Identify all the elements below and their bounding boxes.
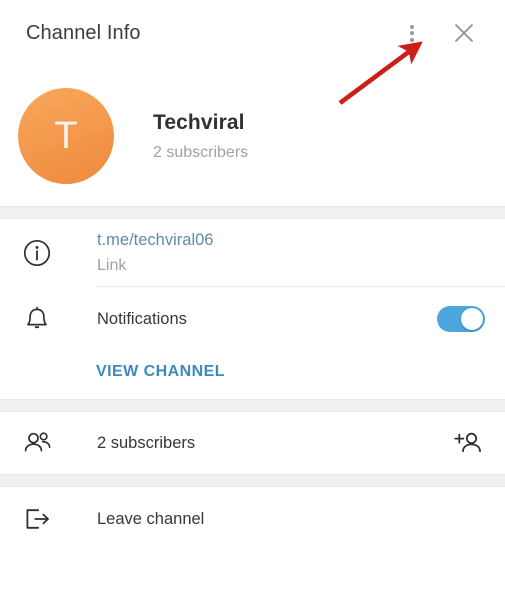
avatar-letter: T <box>54 115 78 157</box>
header-actions <box>389 0 505 66</box>
info-section: t.me/techviral06 Link Notifications VIEW <box>0 219 505 399</box>
view-channel-button[interactable]: VIEW CHANNEL <box>96 363 225 381</box>
bell-icon <box>27 306 47 329</box>
subscribers-row-body: 2 subscribers <box>97 434 451 453</box>
toggle-knob <box>461 308 483 330</box>
channel-name: Techviral <box>153 110 245 134</box>
info-circle-icon <box>23 239 51 267</box>
profile-block[interactable]: T Techviral 2 subscribers <box>0 66 505 206</box>
channel-link[interactable]: t.me/techviral06 <box>97 230 485 251</box>
subscriber-count: 2 subscribers <box>153 143 249 161</box>
close-button[interactable] <box>441 10 487 56</box>
notifications-row-icon <box>22 304 66 334</box>
notifications-label: Notifications <box>97 309 187 328</box>
link-row[interactable]: t.me/techviral06 Link <box>0 219 505 287</box>
panel-header: Channel Info <box>0 0 505 66</box>
leave-channel-row[interactable]: Leave channel <box>0 487 505 551</box>
notifications-row[interactable]: Notifications <box>0 287 505 351</box>
add-person-icon <box>454 432 481 453</box>
view-channel-row[interactable]: VIEW CHANNEL <box>0 351 505 399</box>
section-divider <box>0 206 505 219</box>
leave-row-icon <box>22 504 66 534</box>
leave-section: Leave channel <box>0 487 505 551</box>
subscribers-label: 2 subscribers <box>97 433 196 452</box>
link-row-icon <box>22 238 66 268</box>
page-title: Channel Info <box>26 21 141 44</box>
section-divider-3 <box>0 474 505 487</box>
close-icon <box>455 24 473 42</box>
profile-text: Techviral 2 subscribers <box>153 111 248 162</box>
members-section: 2 subscribers <box>0 412 505 474</box>
notifications-row-body: Notifications <box>97 310 437 329</box>
people-icon <box>24 432 51 452</box>
link-row-body: t.me/techviral06 Link <box>97 230 485 276</box>
add-subscriber-button[interactable] <box>451 426 485 460</box>
exit-icon <box>26 509 49 529</box>
section-divider-2 <box>0 399 505 412</box>
notifications-toggle[interactable] <box>437 306 485 332</box>
leave-row-body: Leave channel <box>97 510 485 529</box>
channel-info-panel: Channel Info T Techviral 2 subscribers t… <box>0 0 505 600</box>
link-caption: Link <box>97 256 127 274</box>
avatar: T <box>18 88 114 184</box>
subscribers-row-icon <box>22 428 66 458</box>
subscribers-row[interactable]: 2 subscribers <box>0 412 505 474</box>
kebab-menu-icon <box>410 22 414 44</box>
leave-channel-label: Leave channel <box>97 509 205 528</box>
kebab-menu-button[interactable] <box>389 10 435 56</box>
